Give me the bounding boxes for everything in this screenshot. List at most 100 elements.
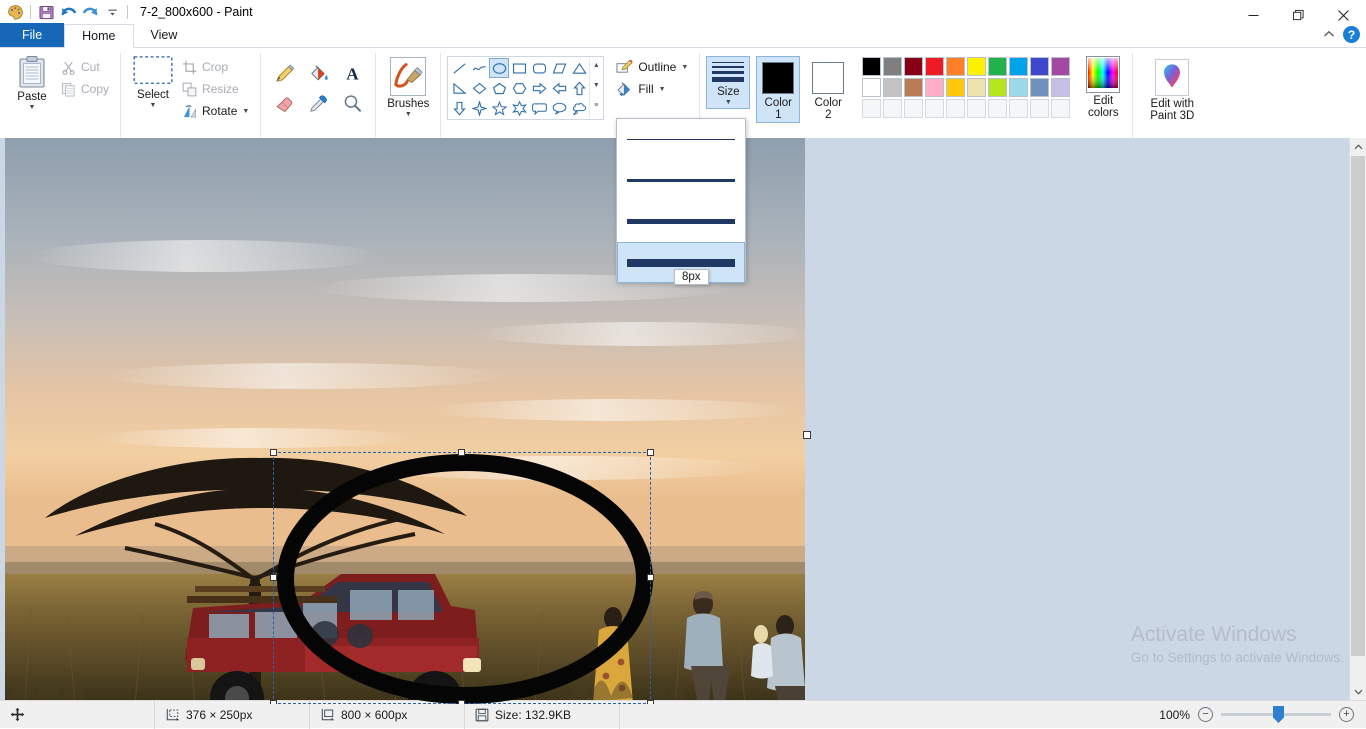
select-caret-icon[interactable]: ▼ [150, 102, 157, 110]
palette-swatch[interactable] [1030, 78, 1050, 97]
select-button[interactable]: Select ▼ [127, 52, 179, 110]
palette-swatch[interactable] [883, 57, 903, 76]
shape-diamond[interactable] [469, 78, 489, 98]
help-icon[interactable]: ? [1343, 26, 1360, 43]
brushes-button[interactable]: Brushes ▼ [382, 54, 434, 119]
palette-swatch[interactable] [1051, 57, 1071, 76]
palette-swatch[interactable] [967, 78, 987, 97]
palette-swatch-empty[interactable] [1009, 99, 1029, 118]
shapes-scroll-down-icon[interactable]: ▼ [590, 79, 602, 97]
palette-swatch-empty[interactable] [925, 99, 945, 118]
selection-handle-nw[interactable] [270, 449, 277, 456]
palette-swatch[interactable] [967, 57, 987, 76]
selection-handle-n[interactable] [458, 449, 465, 456]
shape-selection-box[interactable] [270, 449, 654, 704]
palette-swatch[interactable] [1030, 57, 1050, 76]
scroll-up-icon[interactable] [1350, 138, 1366, 155]
palette-swatch[interactable] [862, 78, 882, 97]
fill-button[interactable]: Fill ▼ [613, 78, 693, 100]
rotate-caret-icon[interactable]: ▼ [242, 108, 249, 116]
palette-swatch[interactable] [925, 78, 945, 97]
palette-swatch-empty[interactable] [904, 99, 924, 118]
shape-rounded-rectangle[interactable] [529, 58, 549, 78]
shape-down-arrow[interactable] [449, 98, 469, 118]
palette-swatch-empty[interactable] [1051, 99, 1071, 118]
customize-qat-icon[interactable] [101, 1, 123, 23]
zoom-out-button[interactable]: − [1198, 707, 1213, 722]
shape-rounded-callout[interactable] [529, 98, 549, 118]
rotate-button[interactable]: Rotate ▼ [179, 100, 254, 122]
palette-swatch[interactable] [1009, 78, 1029, 97]
shape-oval-callout[interactable] [549, 98, 569, 118]
outline-caret-icon[interactable]: ▼ [681, 64, 688, 72]
tool-fill[interactable] [301, 58, 335, 88]
shape-hexagon[interactable] [509, 78, 529, 98]
shape-six-point-star[interactable] [509, 98, 529, 118]
tab-view[interactable]: View [134, 23, 195, 47]
size-option-3px[interactable] [617, 160, 745, 201]
palette-swatch-empty[interactable] [946, 99, 966, 118]
selection-handle-e[interactable] [647, 574, 654, 581]
palette-swatch[interactable] [904, 78, 924, 97]
copy-button[interactable]: Copy [58, 78, 114, 100]
tab-home[interactable]: Home [64, 24, 134, 48]
paste-caret-icon[interactable]: ▼ [29, 104, 36, 112]
tool-eraser[interactable] [267, 88, 301, 118]
palette-swatch-empty[interactable] [988, 99, 1008, 118]
size-button[interactable]: Size ▼ [706, 56, 751, 109]
edit-colors-button[interactable]: Edit colors [1080, 54, 1126, 119]
palette-swatch[interactable] [1009, 57, 1029, 76]
palette-swatch[interactable] [946, 78, 966, 97]
color2-button[interactable]: Color 2 [806, 56, 850, 123]
vertical-scrollbar[interactable] [1349, 138, 1366, 700]
color-palette[interactable] [862, 54, 1071, 118]
shape-four-point-star[interactable] [469, 98, 489, 118]
shapes-expand-icon[interactable]: ≡ [590, 99, 602, 117]
scroll-down-icon[interactable] [1350, 683, 1366, 700]
palette-swatch[interactable] [946, 57, 966, 76]
size-dropdown-menu[interactable] [616, 118, 746, 283]
shape-ellipse[interactable] [489, 58, 510, 78]
selection-handle-se[interactable] [647, 700, 654, 704]
ribbon-tabs[interactable]: File Home View ? [0, 23, 1366, 48]
palette-swatch[interactable] [862, 57, 882, 76]
crop-button[interactable]: Crop [179, 56, 254, 78]
shape-pentagon[interactable] [489, 78, 509, 98]
shape-triangle[interactable] [569, 58, 589, 78]
canvas-resize-handle-east[interactable] [803, 431, 811, 439]
fill-caret-icon[interactable]: ▼ [659, 86, 666, 94]
palette-row-1[interactable] [862, 57, 1071, 76]
shape-line[interactable] [449, 58, 469, 78]
cut-button[interactable]: Cut [58, 56, 114, 78]
redo-icon[interactable] [79, 1, 101, 23]
tool-color-picker[interactable] [301, 88, 335, 118]
tool-magnifier[interactable] [335, 88, 369, 118]
selection-handle-w[interactable] [270, 574, 277, 581]
size-option-1px[interactable] [617, 119, 745, 160]
palette-swatch[interactable] [904, 57, 924, 76]
tool-pencil[interactable] [267, 58, 301, 88]
undo-icon[interactable] [57, 1, 79, 23]
brushes-caret-icon[interactable]: ▼ [405, 111, 412, 119]
selection-handle-ne[interactable] [647, 449, 654, 456]
shape-quadrilateral[interactable] [549, 58, 569, 78]
shape-cloud-callout[interactable] [569, 98, 589, 118]
color1-button[interactable]: Color 1 [756, 56, 801, 123]
outline-button[interactable]: Outline ▼ [613, 56, 693, 78]
palette-swatch[interactable] [988, 78, 1008, 97]
resize-button[interactable]: Resize [179, 78, 254, 100]
palette-swatch-empty[interactable] [862, 99, 882, 118]
palette-swatch[interactable] [883, 78, 903, 97]
shape-right-triangle[interactable] [449, 78, 469, 98]
palette-swatch-empty[interactable] [967, 99, 987, 118]
shapes-palette[interactable]: ▲ ▼ ≡ [447, 56, 605, 120]
save-icon[interactable] [35, 1, 57, 23]
selection-handle-sw[interactable] [270, 700, 277, 704]
shape-five-point-star[interactable] [489, 98, 509, 118]
tool-text[interactable]: A [335, 58, 369, 88]
edit-with-paint3d-button[interactable]: Edit with Paint 3D [1139, 56, 1205, 122]
zoom-controls[interactable]: 100% − + [1159, 701, 1366, 729]
shape-up-arrow[interactable] [569, 78, 589, 98]
tab-file[interactable]: File [0, 23, 65, 47]
palette-swatch[interactable] [1051, 78, 1071, 97]
